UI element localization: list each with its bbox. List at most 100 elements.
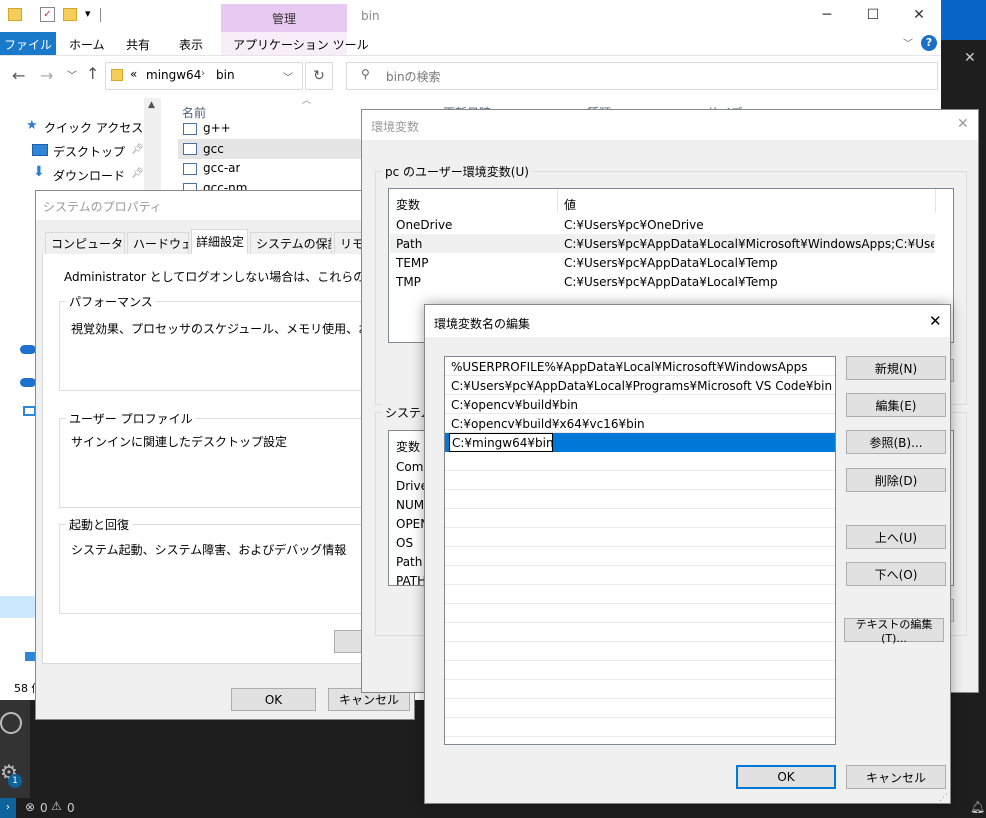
close-button[interactable]: ✕ — [896, 0, 942, 30]
column-header-name[interactable]: 名前 — [182, 104, 206, 121]
var-name[interactable]: OPENCV_DIR — [396, 517, 426, 531]
header-divider — [935, 189, 936, 213]
cancel-button[interactable]: キャンセル — [846, 765, 946, 789]
var-name[interactable]: DriverData — [396, 479, 426, 493]
move-down-button[interactable]: 下へ(O) — [846, 562, 946, 586]
empty-rows — [445, 452, 835, 744]
list-item[interactable]: g++ — [178, 120, 368, 138]
tab-hardware[interactable]: ハードウェア — [127, 232, 189, 254]
startup-recovery-label: 起動と回復 — [66, 516, 133, 533]
var-name: OneDrive — [396, 218, 453, 232]
help-icon[interactable]: ? — [921, 35, 937, 51]
close-icon[interactable]: ✕ — [929, 312, 942, 330]
exe-icon — [183, 143, 197, 155]
breadcrumb-chevron-icon: › — [201, 68, 205, 79]
bell-icon[interactable]: 🔔︎ — [970, 800, 985, 814]
ok-button[interactable]: OK — [736, 765, 836, 789]
ribbon-collapse-icon[interactable]: ﹀ — [903, 35, 913, 50]
var-name[interactable]: Path — [396, 555, 426, 569]
startup-recovery-desc: システム起動、システム障害、およびデバッグ情報 — [71, 543, 347, 557]
edit-env-var-dialog: 環境変数名の編集 ✕ %USERPROFILE%¥AppData¥Local¥M… — [424, 304, 951, 804]
path-list[interactable]: %USERPROFILE%¥AppData¥Local¥Microsoft¥Wi… — [444, 356, 836, 745]
qat-dropdown-icon[interactable]: ▾ — [85, 7, 91, 20]
close-icon[interactable]: ✕ — [957, 116, 969, 132]
vscode-close-icon[interactable]: ✕ — [964, 50, 976, 66]
new-button[interactable]: 新規(N) — [846, 356, 946, 380]
refresh-button[interactable]: ↻ — [305, 62, 333, 90]
var-name[interactable]: NUMBER_OF_PROCESSORS — [396, 498, 426, 512]
exe-icon — [183, 163, 197, 175]
column-header-var[interactable]: 変数 — [396, 196, 420, 213]
edit-button[interactable]: 編集(E) — [846, 393, 946, 417]
table-row[interactable]: TMP C:¥Users¥pc¥AppData¥Local¥Temp — [390, 272, 935, 291]
var-name[interactable]: ComSpec — [396, 460, 426, 474]
properties-check-icon[interactable]: ✓ — [40, 7, 55, 22]
error-icon[interactable]: ⊗ — [25, 800, 35, 814]
table-row[interactable]: OneDrive C:¥Users¥pc¥OneDrive — [390, 215, 935, 234]
ribbon-tab-app-tools[interactable]: アプリケーション ツール — [233, 36, 369, 53]
breadcrumb-overflow[interactable]: « — [130, 67, 137, 81]
user-vars-label: pc のユーザー環境変数(U) — [382, 163, 532, 180]
ribbon-tab-file-label: ファイル — [3, 38, 52, 52]
browse-button[interactable]: 参照(B)... — [846, 430, 946, 454]
list-item[interactable]: gcc-ar — [178, 160, 368, 178]
minimize-button[interactable]: ─ — [804, 0, 850, 30]
resize-grip-icon[interactable]: ⋰ — [939, 793, 948, 803]
desktop-blue-strip — [941, 0, 986, 40]
error-count: 0 — [40, 801, 48, 815]
edit-text-button[interactable]: テキストの編集(T)... — [844, 618, 944, 645]
folder-icon — [8, 8, 22, 21]
ribbon-tab-share[interactable]: 共有 — [126, 36, 150, 53]
manage-tab-label: 管理 — [271, 12, 296, 26]
tab-system-protection[interactable]: システムの保護 — [250, 232, 332, 254]
notification-badge: 1 — [8, 774, 22, 788]
breadcrumb-bin[interactable]: bin — [216, 68, 235, 82]
accounts-icon[interactable] — [0, 712, 22, 734]
tab-computer-name[interactable]: コンピューター名 — [45, 232, 125, 254]
list-item[interactable]: %USERPROFILE%¥AppData¥Local¥Microsoft¥Wi… — [445, 357, 835, 376]
var-name[interactable]: OS — [396, 536, 426, 550]
table-row[interactable]: TEMP C:¥Users¥pc¥AppData¥Local¥Temp — [390, 253, 935, 272]
forward-arrow-icon[interactable]: → — [40, 66, 53, 85]
address-dropdown-icon[interactable]: ﹀ — [283, 69, 293, 84]
list-item-editing[interactable]: C:¥mingw64¥bin — [445, 433, 835, 452]
maximize-button[interactable]: ☐ — [850, 0, 896, 30]
nav-selected-item[interactable] — [0, 596, 35, 618]
performance-label: パフォーマンス — [66, 293, 156, 310]
list-item[interactable]: C:¥opencv¥build¥bin — [445, 395, 835, 414]
ok-button[interactable]: OK — [231, 688, 316, 711]
var-value: C:¥Users¥pc¥OneDrive — [564, 218, 704, 232]
recent-dropdown-icon[interactable]: ﹀ — [67, 67, 77, 82]
column-header-val[interactable]: 値 — [564, 196, 576, 213]
title-bar — [0, 0, 941, 32]
list-item[interactable]: C:¥opencv¥build¥x64¥vc16¥bin — [445, 414, 835, 433]
ribbon-tab-view[interactable]: 表示 — [179, 36, 203, 53]
path-edit-input[interactable]: C:¥mingw64¥bin — [449, 433, 554, 452]
var-value: C:¥Users¥pc¥AppData¥Local¥Temp — [564, 256, 778, 270]
column-header-var[interactable]: 変数 — [396, 438, 420, 455]
move-up-button[interactable]: 上へ(U) — [846, 525, 946, 549]
warning-icon[interactable]: ⚠ — [51, 799, 62, 813]
breadcrumb-mingw64[interactable]: mingw64 — [146, 68, 201, 82]
back-arrow-icon[interactable]: ← — [12, 66, 25, 85]
sort-up-icon: ︿ — [302, 96, 312, 106]
new-folder-icon[interactable] — [63, 8, 77, 21]
list-item[interactable]: C:¥Users¥pc¥AppData¥Local¥Programs¥Micro… — [445, 376, 835, 395]
nav-item-desktop[interactable]: デスクトップ — [53, 143, 125, 160]
path-text: C:¥opencv¥build¥bin — [451, 398, 579, 412]
up-arrow-icon[interactable]: ↑ — [86, 64, 99, 83]
user-profile-desc: サインインに関連したデスクトップ設定 — [71, 435, 288, 449]
nav-item-downloads[interactable]: ダウンロード — [53, 167, 125, 184]
ribbon-tab-home[interactable]: ホーム — [69, 36, 105, 53]
remote-indicator[interactable]: › — [0, 798, 16, 818]
nav-scroll-up-icon[interactable]: ▲ — [148, 100, 155, 110]
list-item-selected[interactable]: gcc — [178, 139, 368, 159]
dialog-title: 環境変数名の編集 — [434, 317, 531, 331]
delete-button[interactable]: 削除(D) — [846, 468, 946, 492]
file-name: gcc — [203, 142, 224, 156]
nav-item-quick-access[interactable]: クイック アクセス — [44, 119, 143, 136]
var-name[interactable]: PATHEXT — [396, 574, 426, 585]
desktop-icon — [32, 144, 48, 156]
tab-advanced[interactable]: 詳細設定 — [191, 229, 248, 255]
table-row-selected[interactable]: Path C:¥Users¥pc¥AppData¥Local¥Microsoft… — [390, 234, 935, 253]
